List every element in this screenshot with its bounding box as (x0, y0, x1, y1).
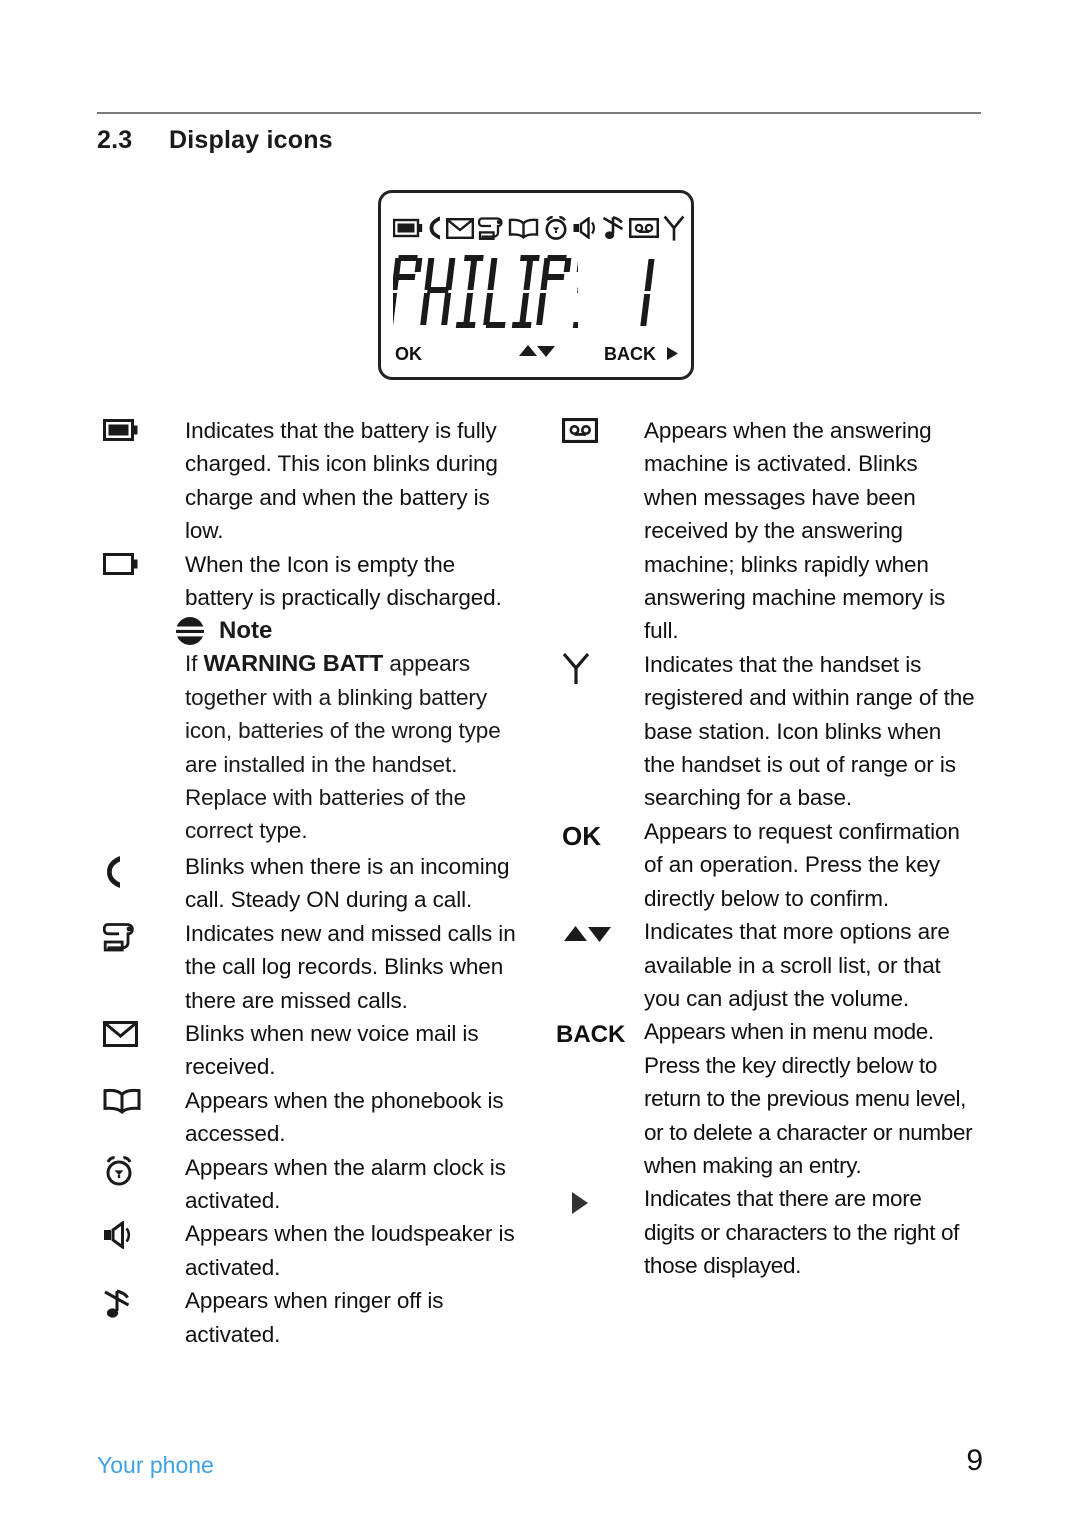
ok-softkey-text: OK (562, 820, 601, 851)
lcd-text-area (391, 253, 687, 335)
note-block: Note If WARNING BATT appears together wi… (97, 616, 517, 847)
battery-full-icon (393, 218, 423, 239)
page-title: 2.3 Display icons (97, 126, 981, 160)
battery-empty-icon (97, 548, 185, 577)
list-item-text: Indicates that the handset is registered… (644, 651, 975, 811)
note-heading-row: Note (97, 616, 517, 646)
lcd-softkey-ok: OK (395, 344, 422, 364)
list-item-text: Blinks when there is an incoming call. S… (185, 853, 510, 913)
answering-machine-icon (556, 414, 644, 443)
antenna-icon (556, 648, 644, 686)
call-log-scroll-icon (97, 917, 185, 954)
lcd-display-illustration: OK BACK (378, 190, 694, 380)
lcd-softkey-row: OK BACK (381, 341, 691, 371)
list-item-text: Appears when the alarm clock is activate… (185, 1154, 506, 1213)
back-softkey-label: BACK (556, 1015, 644, 1047)
list-item: Indicates that the handset is registered… (556, 648, 976, 815)
section-number: 2.3 (97, 126, 133, 154)
list-item-text: Appears when the phonebook is accessed. (185, 1087, 504, 1147)
phonebook-icon (97, 1084, 185, 1114)
note-text-strong: WARNING BATT (203, 650, 384, 677)
list-item: Blinks when there is an incoming call. S… (97, 850, 517, 917)
envelope-icon (97, 1017, 185, 1047)
list-item: Indicates new and missed calls in the ca… (97, 917, 517, 1017)
alarm-clock-icon (543, 215, 569, 241)
list-item-text: Appears when ringer off is activated. (185, 1288, 444, 1347)
list-item-text: Indicates that there are more digits or … (644, 1186, 960, 1279)
lcd-segment-number (629, 255, 669, 333)
list-item-text: Indicates new and missed calls in the ca… (185, 920, 516, 1013)
list-item: Appears when the answering machine is ac… (556, 414, 976, 648)
note-body-text: If WARNING BATT appears together with a … (97, 647, 517, 847)
call-handset-icon (427, 215, 442, 241)
list-item: Blinks when new voice mail is received. (97, 1017, 517, 1084)
scroll-up-down-icon (556, 915, 644, 945)
right-icon-list: Appears when the answering machine is ac… (556, 414, 976, 1283)
list-item: Indicates that there are more digits or … (556, 1182, 976, 1282)
loudspeaker-icon (97, 1217, 185, 1250)
list-item: Indicates that more options are availabl… (556, 915, 976, 1015)
list-item-text: Appears when in menu mode. Press the key… (644, 1019, 973, 1178)
footer-chapter-label: Your phone (97, 1452, 214, 1478)
battery-full-icon (97, 414, 185, 443)
list-item-text: Indicates that more options are availabl… (644, 919, 950, 1011)
antenna-icon (663, 215, 685, 242)
note-text-prefix: If (185, 651, 204, 677)
call-log-scroll-icon (478, 216, 504, 241)
call-handset-icon (97, 850, 185, 890)
lcd-segment-text (393, 253, 578, 333)
list-item: Appears when the phonebook is accessed. (97, 1084, 517, 1151)
list-item: When the Icon is empty the battery is pr… (97, 548, 517, 615)
lcd-status-icon-row (389, 205, 689, 251)
section-title: Display icons (169, 126, 333, 154)
left-icon-list: Indicates that the battery is fully char… (97, 414, 517, 1351)
back-softkey-text: BACK (556, 1021, 626, 1049)
manual-page: 2.3 Display icons OK BACK Indicates that… (0, 0, 1080, 1525)
list-item: OK Appears to request confirmation of an… (556, 815, 976, 915)
phonebook-icon (508, 218, 539, 239)
list-item-text: Blinks when new voice mail is received. (185, 1020, 479, 1080)
list-item-text: Appears when the loudspeaker is activate… (185, 1221, 515, 1280)
footer-page-number: 9 (966, 1444, 983, 1477)
ok-softkey-label: OK (556, 815, 644, 849)
list-item: Appears when ringer off is activated. (97, 1284, 517, 1351)
list-item: BACK Appears when in menu mode. Press th… (556, 1015, 976, 1182)
note-text-suffix: appears together with a blinking battery… (185, 651, 501, 844)
alarm-clock-icon (97, 1151, 185, 1187)
list-item: Indicates that the battery is fully char… (97, 414, 517, 548)
header-rule (97, 112, 981, 114)
list-item-text: Appears to request confirmation of an op… (644, 818, 960, 911)
lcd-softkey-back: BACK (604, 344, 679, 365)
answering-machine-icon (629, 218, 659, 238)
note-stripes-icon (175, 616, 205, 646)
note-heading-label: Note (219, 617, 273, 645)
list-item-text: Appears when the answering machine is ac… (644, 418, 946, 644)
loudspeaker-icon (573, 217, 598, 239)
list-item-text: When the Icon is empty the battery is pr… (185, 551, 502, 611)
list-item-text: Indicates that the battery is fully char… (185, 418, 498, 544)
ringer-off-note-icon (602, 215, 625, 241)
scroll-up-down-icon (517, 343, 557, 359)
list-item: Appears when the alarm clock is activate… (97, 1151, 517, 1218)
ringer-off-note-icon (97, 1284, 185, 1320)
list-item: Appears when the loudspeaker is activate… (97, 1217, 517, 1284)
right-arrow-icon (556, 1182, 644, 1216)
right-arrow-icon (667, 347, 678, 360)
envelope-icon (446, 217, 474, 239)
